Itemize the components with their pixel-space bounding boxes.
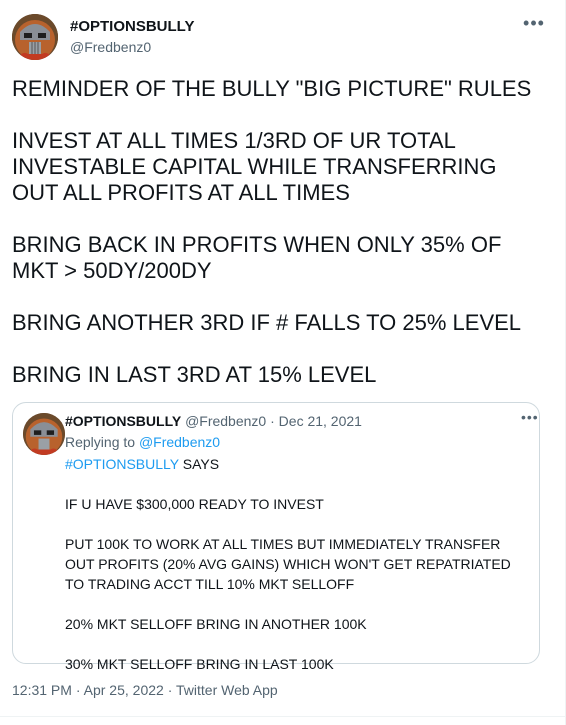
author-handle[interactable]: @Fredbenz0 bbox=[70, 39, 151, 55]
replying-to: Replying to @Fredbenz0 bbox=[65, 434, 220, 450]
tweet-footer: 12:31 PM · Apr 25, 2022 · Twitter Web Ap… bbox=[12, 682, 278, 698]
quoted-handle[interactable]: @Fredbenz0 bbox=[185, 413, 266, 429]
footer-separator: · bbox=[167, 682, 173, 698]
tweet-paragraph: BRING BACK IN PROFITS WHEN ONLY 35% OF M… bbox=[12, 232, 502, 283]
author-avatar[interactable] bbox=[12, 14, 58, 60]
quoted-tweet[interactable]: #OPTIONSBULLY @Fredbenz0 · Dec 21, 2021 … bbox=[12, 402, 540, 672]
quoted-more-icon[interactable]: ••• bbox=[521, 409, 539, 425]
quoted-paragraph: IF U HAVE $300,000 READY TO INVEST bbox=[65, 496, 324, 512]
quoted-paragraph: 30% MKT SELLOFF BRING IN LAST 100K bbox=[65, 656, 334, 672]
quoted-date[interactable]: Dec 21, 2021 bbox=[279, 413, 362, 429]
meta-separator: · bbox=[270, 413, 275, 429]
avatar-mask-image bbox=[23, 413, 65, 455]
author-display-name[interactable]: #OPTIONSBULLY bbox=[70, 18, 194, 35]
divider bbox=[0, 716, 566, 717]
replying-to-link[interactable]: @Fredbenz0 bbox=[139, 434, 220, 450]
tweet-time[interactable]: 12:31 PM bbox=[12, 682, 72, 698]
quoted-paragraph: 20% MKT SELLOFF BRING IN ANOTHER 100K bbox=[65, 616, 367, 632]
quoted-paragraph: PUT 100K TO WORK AT ALL TIMES BUT IMMEDI… bbox=[65, 536, 511, 592]
quoted-display-name[interactable]: #OPTIONSBULLY bbox=[65, 413, 181, 429]
tweet-paragraph: BRING IN LAST 3RD AT 15% LEVEL bbox=[12, 362, 377, 387]
tweet-source[interactable]: Twitter Web App bbox=[176, 682, 278, 698]
quoted-author-avatar[interactable] bbox=[23, 413, 65, 455]
tweet-paragraph: REMINDER OF THE BULLY "BIG PICTURE" RULE… bbox=[12, 76, 532, 101]
quoted-paragraph: #OPTIONSBULLY SAYS bbox=[65, 454, 525, 474]
says-text: SAYS bbox=[182, 456, 220, 472]
avatar-mask-image bbox=[12, 14, 58, 60]
quoted-text: #OPTIONSBULLY SAYS IF U HAVE $300,000 RE… bbox=[65, 454, 525, 694]
hashtag-link[interactable]: #OPTIONSBULLY bbox=[65, 456, 179, 472]
tweet-date[interactable]: Apr 25, 2022 bbox=[84, 682, 164, 698]
tweet-paragraph: BRING ANOTHER 3RD IF # FALLS TO 25% LEVE… bbox=[12, 310, 522, 335]
footer-separator: · bbox=[75, 682, 81, 698]
tweet-paragraph: INVEST AT ALL TIMES 1/3RD OF UR TOTAL IN… bbox=[12, 128, 497, 205]
quoted-header: #OPTIONSBULLY @Fredbenz0 · Dec 21, 2021 bbox=[65, 413, 362, 429]
more-options-icon[interactable]: ••• bbox=[522, 14, 546, 36]
tweet-text: REMINDER OF THE BULLY "BIG PICTURE" RULE… bbox=[12, 76, 548, 414]
replying-prefix: Replying to bbox=[65, 434, 136, 450]
